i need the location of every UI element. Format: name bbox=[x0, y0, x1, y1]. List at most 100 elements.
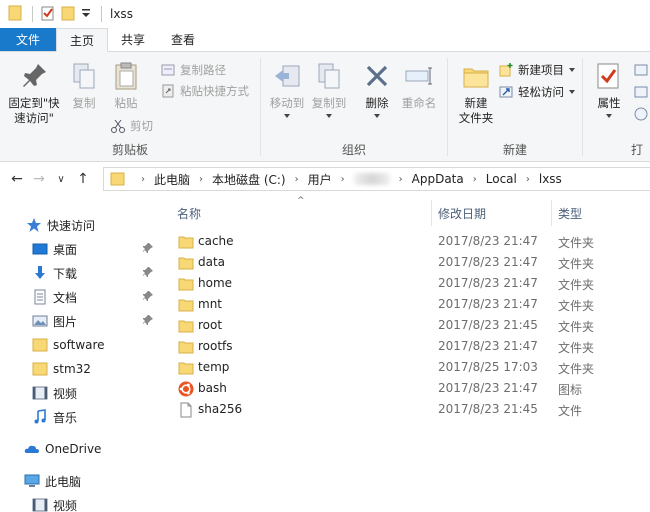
nav-item-label: 下载 bbox=[53, 266, 78, 281]
breadcrumb-appdata[interactable]: AppData bbox=[412, 172, 464, 186]
breadcrumb-lxss[interactable]: lxss bbox=[539, 172, 562, 186]
edit-icon[interactable] bbox=[633, 84, 650, 100]
file-row[interactable]: cache 2017/8/23 21:47 文件夹 bbox=[174, 231, 644, 252]
copy-label: 复制 bbox=[72, 96, 96, 110]
nav-item-stm32[interactable]: stm32 bbox=[0, 358, 158, 380]
move-to-label: 移动到 bbox=[269, 96, 305, 110]
navigation-pane: 快速访问 桌面 下载 文档 图片 software stm32 视频 音乐 On… bbox=[0, 196, 160, 512]
rename-button[interactable]: 重命名 bbox=[397, 60, 441, 111]
breadcrumb-chevron-icon[interactable]: › bbox=[295, 174, 299, 185]
breadcrumb-this-pc[interactable]: 此电脑 bbox=[154, 171, 190, 188]
nav-item-label: 音乐 bbox=[53, 410, 78, 425]
file-row[interactable]: temp 2017/8/25 17:03 文件夹 bbox=[174, 357, 644, 378]
breadcrumb-users[interactable]: 用户 bbox=[308, 171, 332, 188]
up-arrow-icon[interactable]: ↑ bbox=[72, 171, 94, 187]
breadcrumb-chevron-icon[interactable]: › bbox=[473, 174, 477, 185]
breadcrumb-chevron-icon[interactable]: › bbox=[399, 174, 403, 185]
pin-icon bbox=[23, 64, 46, 87]
folder-icon[interactable] bbox=[8, 5, 22, 24]
file-name: temp bbox=[198, 360, 230, 374]
new-folder-icon[interactable] bbox=[61, 5, 75, 24]
pin-icon[interactable] bbox=[142, 290, 154, 302]
file-row[interactable]: bash 2017/8/23 21:47 图标 bbox=[174, 378, 644, 399]
copy-path-button[interactable]: 复制路径 bbox=[160, 62, 226, 78]
nav-item-documents[interactable]: 文档 bbox=[0, 286, 158, 308]
breadcrumb-chevron-icon[interactable]: › bbox=[341, 174, 345, 185]
chevron-down-icon bbox=[569, 90, 575, 94]
file-row[interactable]: mnt 2017/8/23 21:47 文件夹 bbox=[174, 294, 644, 315]
file-row[interactable]: home 2017/8/23 21:47 文件夹 bbox=[174, 273, 644, 294]
delete-label: 删除 bbox=[365, 96, 389, 110]
nav-item-desktop[interactable]: 桌面 bbox=[0, 238, 158, 260]
file-row[interactable]: data 2017/8/23 21:47 文件夹 bbox=[174, 252, 644, 273]
back-arrow-icon[interactable]: ← bbox=[6, 171, 28, 187]
pin-label-line1: 固定到"快 bbox=[8, 96, 60, 110]
new-item-button[interactable]: 新建项目 bbox=[498, 62, 575, 78]
paste-button[interactable]: 粘贴 bbox=[108, 60, 144, 111]
easy-access-button[interactable]: 轻松访问 bbox=[498, 84, 575, 100]
delete-button[interactable]: 删除 bbox=[357, 60, 397, 118]
file-date: 2017/8/23 21:47 bbox=[438, 255, 538, 269]
open-icon[interactable] bbox=[633, 62, 650, 78]
breadcrumb-local-disk[interactable]: 本地磁盘 (C:) bbox=[212, 171, 286, 188]
open-group: 属性 打 bbox=[583, 52, 650, 162]
forward-arrow-icon[interactable]: → bbox=[28, 171, 50, 187]
column-header-date[interactable]: 修改日期 bbox=[438, 200, 548, 226]
file-row[interactable]: root 2017/8/23 21:45 文件夹 bbox=[174, 315, 644, 336]
tab-view[interactable]: 查看 bbox=[158, 28, 208, 51]
breadcrumb-chevron-icon[interactable]: › bbox=[526, 174, 530, 185]
column-divider[interactable] bbox=[431, 200, 432, 226]
history-icon[interactable] bbox=[633, 106, 650, 122]
file-date: 2017/8/23 21:47 bbox=[438, 234, 538, 248]
column-divider[interactable] bbox=[551, 200, 552, 226]
file-icon bbox=[180, 402, 192, 418]
ribbon-tabs: 文件 主页 共享 查看 bbox=[0, 28, 650, 52]
onedrive-cloud-icon bbox=[24, 445, 39, 453]
tab-file[interactable]: 文件 bbox=[0, 28, 57, 51]
new-item-label: 新建项目 bbox=[518, 63, 564, 77]
nav-item-downloads[interactable]: 下载 bbox=[0, 262, 158, 284]
nav-item-software[interactable]: software bbox=[0, 334, 158, 356]
clipboard-group: 固定到"快 速访问" 复制 粘贴 复制路径 粘贴快捷方式 剪切 剪贴板 bbox=[0, 52, 260, 162]
address-bar[interactable]: › 此电脑 › 本地磁盘 (C:) › 用户 › › AppData › Loc… bbox=[103, 167, 650, 191]
organize-group-label: 组织 bbox=[341, 143, 366, 157]
move-to-button[interactable]: 移动到 bbox=[265, 60, 309, 118]
nav-onedrive[interactable]: OneDrive bbox=[0, 438, 158, 460]
breadcrumb-chevron-icon[interactable]: › bbox=[199, 174, 203, 185]
tab-home[interactable]: 主页 bbox=[56, 28, 109, 52]
new-folder-label-line2: 文件夹 bbox=[458, 111, 494, 125]
recent-locations-chevron-icon[interactable]: ∨ bbox=[50, 174, 72, 185]
nav-item-videos[interactable]: 视频 bbox=[0, 382, 158, 404]
nav-item-label: stm32 bbox=[53, 362, 91, 376]
breadcrumb-local[interactable]: Local bbox=[486, 172, 517, 186]
properties-button[interactable]: 属性 bbox=[589, 60, 629, 118]
paste-shortcut-button[interactable]: 粘贴快捷方式 bbox=[160, 83, 249, 99]
new-folder-button[interactable]: 新建 文件夹 bbox=[452, 60, 500, 126]
nav-item-music[interactable]: 音乐 bbox=[0, 406, 158, 428]
copy-to-button[interactable]: 复制到 bbox=[307, 60, 351, 118]
cut-button[interactable]: 剪切 bbox=[110, 118, 153, 134]
properties-check-icon[interactable] bbox=[41, 5, 55, 24]
file-row[interactable]: sha256 2017/8/23 21:45 文件 bbox=[174, 399, 644, 420]
star-icon bbox=[27, 218, 41, 232]
nav-item-this-pc-videos[interactable]: 视频 bbox=[0, 494, 158, 512]
chevron-down-icon bbox=[284, 114, 290, 118]
pin-icon[interactable] bbox=[142, 314, 154, 326]
column-header-type[interactable]: 类型 bbox=[558, 200, 638, 226]
file-type: 文件夹 bbox=[558, 320, 595, 334]
breadcrumb-chevron-icon[interactable]: › bbox=[141, 174, 145, 185]
customize-quick-access-icon[interactable] bbox=[81, 7, 91, 22]
nav-quick-access-label: 快速访问 bbox=[47, 218, 96, 233]
file-row[interactable]: rootfs 2017/8/23 21:47 文件夹 bbox=[174, 336, 644, 357]
nav-item-label: 桌面 bbox=[53, 242, 78, 257]
nav-quick-access[interactable]: 快速访问 bbox=[0, 214, 158, 236]
tab-share[interactable]: 共享 bbox=[108, 28, 158, 51]
breadcrumb-username-redacted[interactable] bbox=[353, 173, 390, 185]
pin-icon[interactable] bbox=[142, 242, 154, 254]
pin-to-quick-access-button[interactable]: 固定到"快 速访问" bbox=[4, 60, 64, 126]
copy-button[interactable]: 复制 bbox=[66, 60, 102, 111]
nav-this-pc[interactable]: 此电脑 bbox=[0, 470, 158, 492]
column-header-name[interactable]: 名称 bbox=[177, 200, 432, 226]
nav-item-pictures[interactable]: 图片 bbox=[0, 310, 158, 332]
pin-icon[interactable] bbox=[142, 266, 154, 278]
